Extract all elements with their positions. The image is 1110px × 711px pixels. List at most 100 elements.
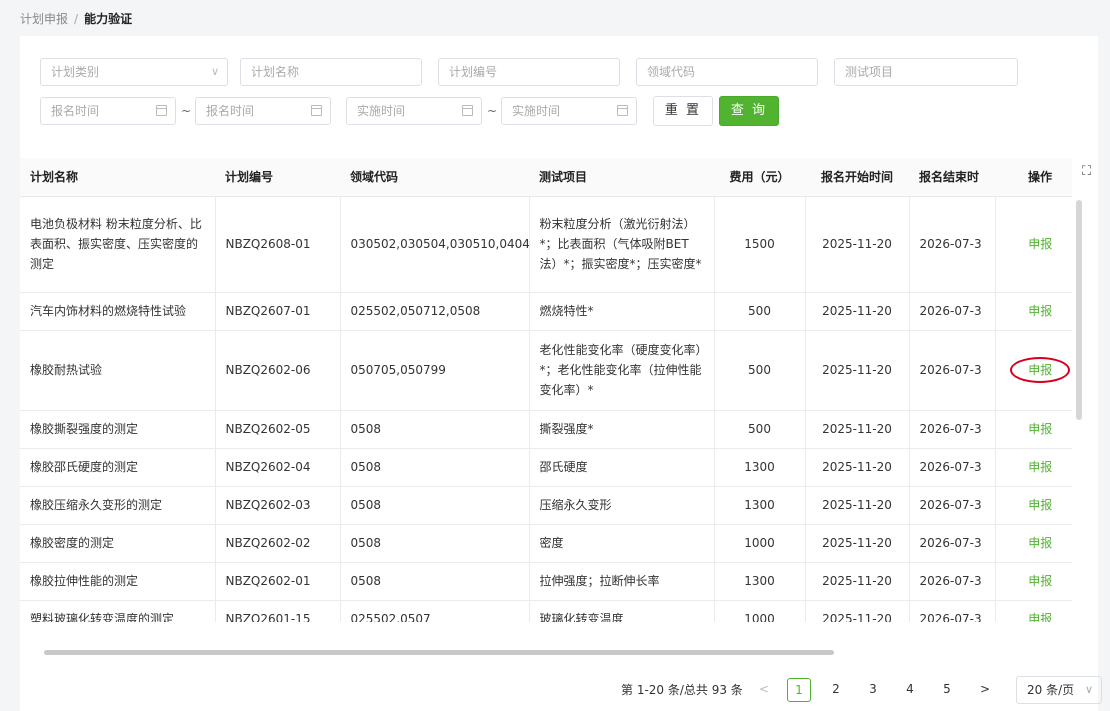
header-domain-code: 领域代码: [340, 158, 529, 197]
breadcrumb-parent[interactable]: 计划申报: [20, 12, 68, 26]
page-1-button[interactable]: 1: [787, 678, 811, 702]
plan-name-input[interactable]: 计划名称: [240, 58, 422, 86]
next-page-button[interactable]: >: [973, 678, 997, 702]
impl-start-date[interactable]: 实施时间: [346, 97, 482, 125]
cell-operation: 申报: [995, 600, 1072, 622]
impl-end-date[interactable]: 实施时间: [501, 97, 637, 125]
cell-domain-code: 0508: [340, 448, 530, 487]
breadcrumb-current: 能力验证: [84, 12, 133, 26]
header-fee: 费用（元）: [714, 158, 805, 197]
impl-end-placeholder: 实施时间: [512, 104, 561, 118]
page-size-select[interactable]: 20 条/页 ∨: [1016, 676, 1102, 704]
range-separator: ~: [486, 104, 498, 118]
cell-plan-name: 汽车内饰材料的燃烧特性试验: [20, 292, 216, 331]
page-4-button[interactable]: 4: [898, 678, 922, 702]
table-header-row: 计划名称 计划编号 领域代码 测试项目 费用（元） 报名开始时间 报名结束时 操…: [20, 158, 1072, 197]
cell-fee: 1300: [714, 486, 806, 525]
cell-operation: 申报: [995, 330, 1072, 411]
cell-fee: 1300: [714, 562, 806, 601]
cell-reg-start: 2025-11-20: [805, 448, 910, 487]
header-reg-end: 报名结束时: [909, 158, 995, 197]
cell-domain-code: 0508: [340, 524, 530, 563]
header-operation: 操作: [995, 158, 1072, 197]
cell-test-item: 粉末粒度分析（激光衍射法）*；比表面积（气体吸附BET法）*；振实密度*；压实密…: [529, 196, 715, 293]
cell-plan-no: NBZQ2608-01: [215, 196, 341, 293]
header-plan-name: 计划名称: [20, 158, 215, 197]
cell-fee: 1500: [714, 196, 806, 293]
apply-link[interactable]: 申报: [1028, 536, 1052, 550]
apply-link[interactable]: 申报: [1028, 304, 1052, 318]
breadcrumb-separator: /: [74, 12, 79, 26]
table-row: 橡胶拉伸性能的测定 NBZQ2602-01 0508 拉伸强度；拉断伸长率 13…: [20, 562, 1072, 601]
cell-reg-start: 2025-11-20: [805, 486, 910, 525]
plan-no-input[interactable]: 计划编号: [438, 58, 620, 86]
cell-domain-code: 025502,0507: [340, 600, 530, 622]
apply-link[interactable]: 申报: [1028, 422, 1052, 436]
vertical-scrollbar[interactable]: [1076, 200, 1082, 420]
cell-operation: 申报: [995, 486, 1072, 525]
highlight-circle: 申报: [1010, 357, 1071, 383]
plan-name-placeholder: 计划名称: [251, 65, 300, 79]
table-row: 橡胶密度的测定 NBZQ2602-02 0508 密度 1000 2025-11…: [20, 524, 1072, 563]
cell-test-item: 密度: [529, 524, 715, 563]
calendar-icon: [617, 105, 628, 116]
impl-start-placeholder: 实施时间: [357, 104, 406, 118]
cell-test-item: 玻璃化转变温度: [529, 600, 715, 622]
chevron-down-icon: ∨: [1084, 683, 1093, 696]
calendar-icon: [156, 105, 167, 116]
cell-reg-end: 2026-07-3: [909, 448, 996, 487]
apply-link[interactable]: 申报: [1028, 363, 1052, 377]
cell-plan-name: 塑料玻璃化转变温度的测定: [20, 600, 216, 622]
cell-reg-start: 2025-11-20: [805, 600, 910, 622]
plan-category-placeholder: 计划类别: [51, 65, 100, 79]
apply-link[interactable]: 申报: [1028, 574, 1052, 588]
plan-table: 计划名称 计划编号 领域代码 测试项目 费用（元） 报名开始时间 报名结束时 操…: [20, 158, 1072, 622]
fullscreen-icon[interactable]: ⛶: [1082, 164, 1091, 179]
header-plan-no: 计划编号: [215, 158, 340, 197]
page-2-button[interactable]: 2: [824, 678, 848, 702]
cell-plan-no: NBZQ2602-06: [215, 330, 341, 411]
apply-link[interactable]: 申报: [1028, 460, 1052, 474]
cell-reg-start: 2025-11-20: [805, 562, 910, 601]
cell-domain-code: 0508: [340, 410, 530, 449]
reset-button[interactable]: 重 置: [653, 96, 713, 126]
cell-plan-name: 橡胶拉伸性能的测定: [20, 562, 216, 601]
apply-link[interactable]: 申报: [1028, 237, 1052, 251]
apply-link[interactable]: 申报: [1028, 498, 1052, 512]
chevron-down-icon: ∨: [210, 65, 219, 78]
plan-category-select[interactable]: 计划类别 ∨: [40, 58, 228, 86]
cell-fee: 1000: [714, 600, 806, 622]
plan-no-placeholder: 计划编号: [449, 65, 498, 79]
cell-operation: 申报: [995, 524, 1072, 563]
cell-reg-end: 2026-07-3: [909, 330, 996, 411]
cell-reg-start: 2025-11-20: [805, 196, 910, 293]
cell-fee: 1300: [714, 448, 806, 487]
cell-plan-no: NBZQ2602-05: [215, 410, 341, 449]
cell-domain-code: 0508: [340, 486, 530, 525]
cell-reg-start: 2025-11-20: [805, 524, 910, 563]
test-item-input[interactable]: 测试项目: [834, 58, 1018, 86]
cell-reg-end: 2026-07-3: [909, 486, 996, 525]
test-item-placeholder: 测试项目: [845, 65, 894, 79]
cell-reg-start: 2025-11-20: [805, 410, 910, 449]
apply-link[interactable]: 申报: [1028, 612, 1052, 622]
prev-page-button[interactable]: <: [752, 678, 776, 702]
cell-fee: 500: [714, 410, 806, 449]
cell-plan-name: 橡胶邵氏硬度的测定: [20, 448, 216, 487]
cell-plan-no: NBZQ2607-01: [215, 292, 341, 331]
cell-reg-end: 2026-07-3: [909, 292, 996, 331]
horizontal-scrollbar[interactable]: [44, 650, 834, 655]
cell-reg-start: 2025-11-20: [805, 330, 910, 411]
reg-end-date[interactable]: 报名时间: [195, 97, 331, 125]
domain-code-input[interactable]: 领域代码: [636, 58, 818, 86]
header-test-item: 测试项目: [529, 158, 714, 197]
reg-start-date[interactable]: 报名时间: [40, 97, 176, 125]
cell-plan-name: 橡胶撕裂强度的测定: [20, 410, 216, 449]
page-5-button[interactable]: 5: [935, 678, 959, 702]
cell-operation: 申报: [995, 292, 1072, 331]
query-button[interactable]: 查 询: [719, 96, 779, 126]
cell-reg-end: 2026-07-3: [909, 562, 996, 601]
cell-fee: 500: [714, 330, 806, 411]
page-3-button[interactable]: 3: [861, 678, 885, 702]
breadcrumb: 计划申报 / 能力验证: [0, 0, 1110, 36]
